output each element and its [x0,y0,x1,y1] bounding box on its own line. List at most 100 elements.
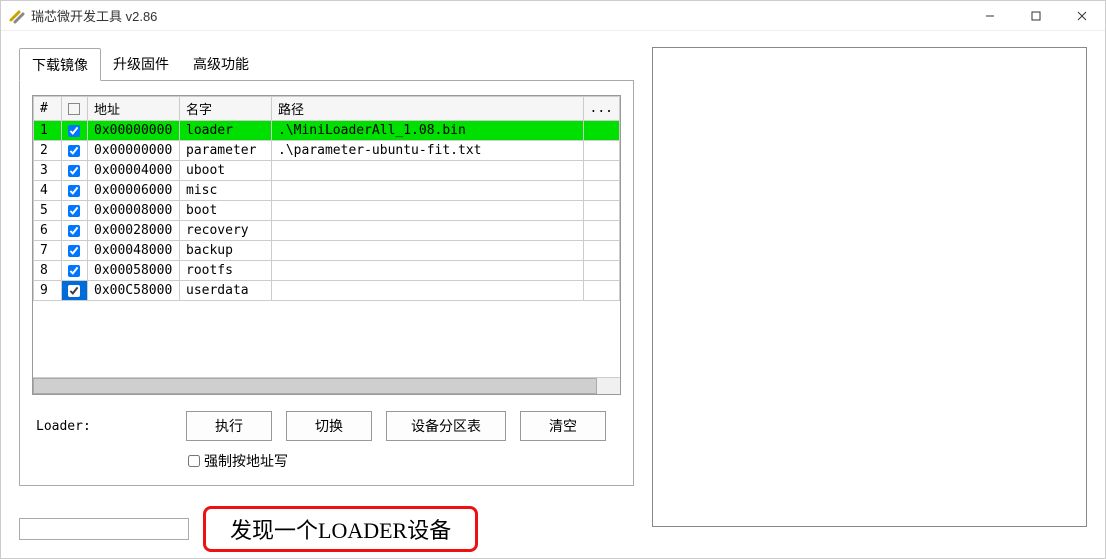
row-more[interactable] [583,121,619,141]
app-icon [9,8,25,24]
table-row[interactable]: 4 0x00006000misc [34,181,620,201]
row-name[interactable]: boot [180,201,272,221]
row-path[interactable] [272,161,584,181]
row-check-cell[interactable] [62,121,88,141]
row-checkbox[interactable] [68,265,80,277]
row-check-cell[interactable] [62,141,88,161]
row-address[interactable]: 0x00000000 [88,141,180,161]
row-index[interactable]: 1 [34,121,62,141]
force-write-checkbox[interactable]: 强制按地址写 [188,451,621,471]
row-checkbox[interactable] [68,165,80,177]
table-row[interactable]: 9 0x00C58000userdata [34,281,620,301]
row-path[interactable] [272,261,584,281]
row-name[interactable]: backup [180,241,272,261]
row-path[interactable] [272,221,584,241]
col-index[interactable]: # [34,97,62,121]
row-more[interactable] [583,261,619,281]
force-write-input[interactable] [188,455,200,467]
partition-table[interactable]: # 地址 名字 路径 ... 1 0x00000000loader.\MiniLo… [33,96,620,301]
row-name[interactable]: uboot [180,161,272,181]
row-more[interactable] [583,281,619,301]
col-check-all[interactable] [62,97,88,121]
col-address[interactable]: 地址 [88,97,180,121]
row-name[interactable]: recovery [180,221,272,241]
row-index[interactable]: 6 [34,221,62,241]
row-more[interactable] [583,181,619,201]
row-check-cell[interactable] [62,241,88,261]
row-more[interactable] [583,201,619,221]
row-check-cell[interactable] [62,221,88,241]
tab-1[interactable]: 升级固件 [101,48,181,81]
row-name[interactable]: rootfs [180,261,272,281]
row-checkbox[interactable] [68,285,80,297]
table-row[interactable]: 1 0x00000000loader.\MiniLoaderAll_1.08.bi… [34,121,620,141]
maximize-button[interactable] [1013,1,1059,31]
col-path[interactable]: 路径 [272,97,584,121]
row-index[interactable]: 9 [34,281,62,301]
row-path[interactable]: .\MiniLoaderAll_1.08.bin [272,121,584,141]
row-checkbox[interactable] [68,245,80,257]
table-row[interactable]: 6 0x00028000recovery [34,221,620,241]
check-all-box[interactable] [68,103,80,115]
row-path[interactable] [272,181,584,201]
row-path[interactable] [272,281,584,301]
row-checkbox[interactable] [68,145,80,157]
table-row[interactable]: 2 0x00000000parameter.\parameter-ubuntu-f… [34,141,620,161]
table-row[interactable]: 8 0x00058000rootfs [34,261,620,281]
tab-0[interactable]: 下载镜像 [19,48,101,81]
close-button[interactable] [1059,1,1105,31]
row-path[interactable] [272,241,584,261]
row-name[interactable]: parameter [180,141,272,161]
tab-2[interactable]: 高级功能 [181,48,261,81]
row-path[interactable]: .\parameter-ubuntu-fit.txt [272,141,584,161]
log-panel[interactable] [652,47,1087,527]
switch-button[interactable]: 切换 [286,411,372,441]
row-address[interactable]: 0x00C58000 [88,281,180,301]
row-index[interactable]: 5 [34,201,62,221]
app-window: 瑞芯微开发工具 v2.86 下载镜像升级固件高级功能 [0,0,1106,559]
row-checkbox[interactable] [68,185,80,197]
row-name[interactable]: userdata [180,281,272,301]
row-check-cell[interactable] [62,261,88,281]
execute-button[interactable]: 执行 [186,411,272,441]
row-index[interactable]: 4 [34,181,62,201]
table-row[interactable]: 7 0x00048000backup [34,241,620,261]
row-check-cell[interactable] [62,281,88,301]
row-index[interactable]: 7 [34,241,62,261]
row-address[interactable]: 0x00008000 [88,201,180,221]
loader-label: Loader: [32,419,172,434]
row-more[interactable] [583,241,619,261]
row-check-cell[interactable] [62,161,88,181]
table-row[interactable]: 3 0x00004000uboot [34,161,620,181]
col-more[interactable]: ... [583,97,619,121]
row-more[interactable] [583,141,619,161]
partition-table-wrap: # 地址 名字 路径 ... 1 0x00000000loader.\MiniLo… [32,95,621,395]
table-row[interactable]: 5 0x00008000boot [34,201,620,221]
row-index[interactable]: 2 [34,141,62,161]
row-index[interactable]: 8 [34,261,62,281]
minimize-button[interactable] [967,1,1013,31]
row-address[interactable]: 0x00004000 [88,161,180,181]
row-check-cell[interactable] [62,201,88,221]
col-name[interactable]: 名字 [180,97,272,121]
row-checkbox[interactable] [68,125,80,137]
row-path[interactable] [272,201,584,221]
row-name[interactable]: misc [180,181,272,201]
horizontal-scrollbar[interactable] [33,377,620,394]
row-address[interactable]: 0x00048000 [88,241,180,261]
force-write-label: 强制按地址写 [204,451,288,471]
titlebar: 瑞芯微开发工具 v2.86 [1,1,1105,31]
row-address[interactable]: 0x00006000 [88,181,180,201]
row-more[interactable] [583,221,619,241]
row-address[interactable]: 0x00028000 [88,221,180,241]
clear-button[interactable]: 清空 [520,411,606,441]
row-checkbox[interactable] [68,225,80,237]
row-index[interactable]: 3 [34,161,62,181]
row-more[interactable] [583,161,619,181]
row-address[interactable]: 0x00058000 [88,261,180,281]
row-address[interactable]: 0x00000000 [88,121,180,141]
partition-table-button[interactable]: 设备分区表 [386,411,506,441]
row-check-cell[interactable] [62,181,88,201]
row-checkbox[interactable] [68,205,80,217]
row-name[interactable]: loader [180,121,272,141]
